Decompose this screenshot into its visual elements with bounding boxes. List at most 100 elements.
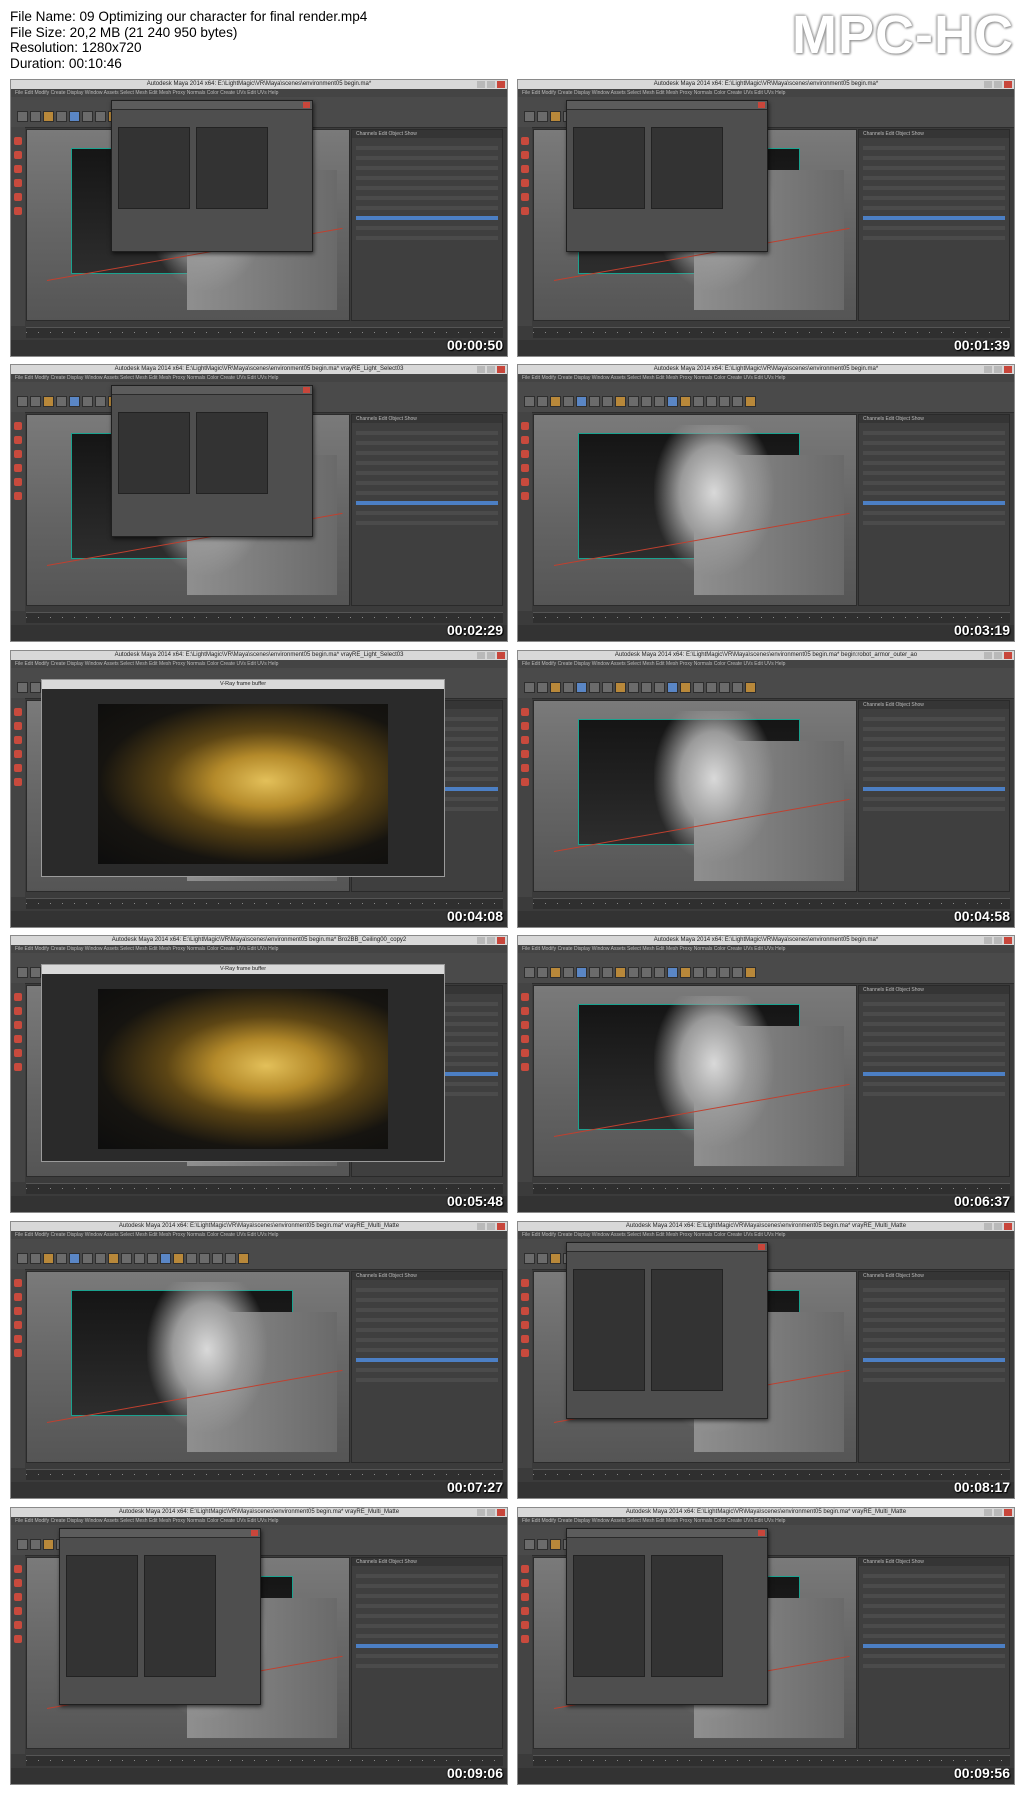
shelf-tool-icon [680,967,691,978]
dialog-title [112,101,312,110]
panel-row [863,1368,1005,1372]
video-thumbnail[interactable]: Autodesk Maya 2014 x64: E:\LightMagic\VR… [517,364,1015,642]
tool-icon [14,464,22,472]
minimize-icon [477,1223,485,1230]
video-thumbnail[interactable]: Autodesk Maya 2014 x64: E:\LightMagic\VR… [517,1221,1015,1499]
shelf-tool-icon [680,682,691,693]
rendered-image [98,989,388,1149]
shelf-tool-icon [212,1253,223,1264]
tool-icon [521,1565,529,1573]
shelf-tool-icon [537,111,548,122]
time-slider [26,1469,503,1480]
video-thumbnail[interactable]: Autodesk Maya 2014 x64: E:\LightMagic\VR… [10,79,508,357]
minimize-icon [984,1509,992,1516]
video-thumbnail[interactable]: Autodesk Maya 2014 x64: E:\LightMagic\VR… [517,79,1015,357]
panel-row [863,451,1005,455]
close-icon [497,366,505,373]
status-bar [518,1768,1014,1784]
panel-row [863,807,1005,811]
dialog-list [651,127,723,209]
status-bar [518,625,1014,641]
thumbnail-timestamp: 00:03:19 [953,622,1010,638]
tool-icon [521,1579,529,1587]
maya-viewport [533,414,857,606]
shelf-tool-icon [615,682,626,693]
panel-row [863,176,1005,180]
shelf-tool-icon [654,396,665,407]
minimize-icon [477,366,485,373]
rendered-image [98,704,388,864]
shelf-tool-icon [147,1253,158,1264]
shelf-tool-icon [524,967,535,978]
tool-icon [14,1335,22,1343]
tool-icon [521,1307,529,1315]
shelf-tool-icon [745,967,756,978]
window-controls [477,937,505,944]
tool-icon [14,1307,22,1315]
shelf-tool-icon [537,1539,548,1550]
tool-icon [521,778,529,786]
video-thumbnail[interactable]: Autodesk Maya 2014 x64: E:\LightMagic\VR… [10,650,508,928]
panel-row [863,146,1005,150]
maya-menu-bar: File Edit Modify Create Display Window A… [518,660,1014,668]
video-thumbnail[interactable]: Autodesk Maya 2014 x64: E:\LightMagic\VR… [10,364,508,642]
panel-header: Channels Edit Object Show [352,1558,502,1566]
video-thumbnail[interactable]: Autodesk Maya 2014 x64: E:\LightMagic\VR… [10,1221,508,1499]
close-icon [1004,1223,1012,1230]
time-slider [533,327,1010,338]
tool-icon [521,1593,529,1601]
panel-row [863,1634,1005,1638]
tool-icon [521,1293,529,1301]
status-bar [11,1768,507,1784]
video-thumbnail[interactable]: Autodesk Maya 2014 x64: E:\LightMagic\VR… [10,935,508,1213]
shelf-tool-icon [589,682,600,693]
thumbnail-timestamp: 00:04:58 [953,908,1010,924]
panel-row [356,1594,498,1598]
panel-row [356,491,498,495]
panel-row [863,216,1005,220]
maya-toolbox [11,1269,25,1468]
video-thumbnail[interactable]: Autodesk Maya 2014 x64: E:\LightMagic\VR… [517,935,1015,1213]
video-thumbnail[interactable]: Autodesk Maya 2014 x64: E:\LightMagic\VR… [10,1507,508,1785]
panel-row [356,431,498,435]
shelf-tool-icon [17,396,28,407]
dialog-list [144,1555,216,1677]
window-controls [477,1509,505,1516]
maximize-icon [994,366,1002,373]
tool-icon [521,165,529,173]
tool-icon [14,422,22,430]
tool-icon [521,422,529,430]
shelf-tool-icon [82,1253,93,1264]
panel-row [863,1584,1005,1588]
window-title: Autodesk Maya 2014 x64: E:\LightMagic\VR… [518,651,1014,660]
tool-icon [521,993,529,1001]
robot-model [654,711,774,861]
panel-row [356,1574,498,1578]
panel-row [356,196,498,200]
window-title: Autodesk Maya 2014 x64: E:\LightMagic\VR… [11,80,507,89]
panel-row [356,166,498,170]
time-slider [26,327,503,338]
window-controls [984,937,1012,944]
close-icon [497,1223,505,1230]
panel-row [863,196,1005,200]
video-thumbnail[interactable]: Autodesk Maya 2014 x64: E:\LightMagic\VR… [517,650,1015,928]
panel-row [356,1288,498,1292]
window-controls [984,652,1012,659]
thumbnail-timestamp: 00:08:17 [953,1479,1010,1495]
tool-icon [14,1579,22,1587]
time-slider [26,612,503,623]
shelf-tool-icon [43,111,54,122]
shelf-tool-icon [693,967,704,978]
tool-icon [521,1635,529,1643]
robot-model [147,1282,267,1432]
panel-header: Channels Edit Object Show [859,1558,1009,1566]
channel-box-panel: Channels Edit Object Show [858,985,1010,1177]
shelf-tool-icon [732,682,743,693]
time-slider [26,898,503,909]
panel-row [356,1328,498,1332]
maya-menu-bar: File Edit Modify Create Display Window A… [518,89,1014,97]
shelf-tool-icon [524,111,535,122]
shelf-tool-icon [30,111,41,122]
video-thumbnail[interactable]: Autodesk Maya 2014 x64: E:\LightMagic\VR… [517,1507,1015,1785]
